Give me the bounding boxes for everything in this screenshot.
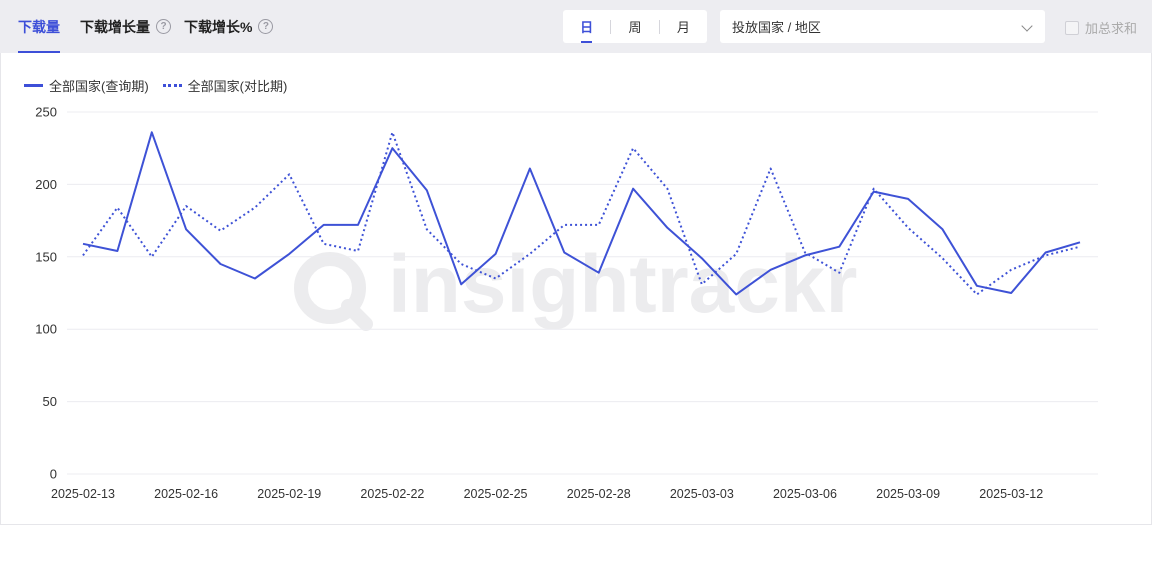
x-tick-label: 2025-02-22	[360, 487, 424, 501]
y-tick-label: 100	[35, 322, 57, 337]
x-tick-label: 2025-02-13	[51, 487, 115, 501]
y-tick-label: 50	[43, 394, 57, 409]
x-tick-label: 2025-02-16	[154, 487, 218, 501]
y-tick-label: 0	[50, 467, 57, 482]
line-chart: insightrackr 050100150200250 2025-02-13 2…	[35, 105, 1098, 501]
x-tick-label: 2025-03-06	[773, 487, 837, 501]
watermark-text: insightrackr	[388, 239, 857, 330]
magnifier-logo-icon	[294, 252, 373, 331]
x-tick-label: 2025-02-28	[567, 487, 631, 501]
x-tick-label: 2025-03-03	[670, 487, 734, 501]
x-tick-label: 2025-02-25	[464, 487, 528, 501]
x-tick-label: 2025-03-12	[979, 487, 1043, 501]
y-axis: 0 50 100 150 200 250	[35, 105, 57, 482]
x-axis: 2025-02-13 2025-02-16 2025-02-19 2025-02-22…	[51, 487, 1043, 501]
x-tick-label: 2025-02-19	[257, 487, 321, 501]
x-tick-label: 2025-03-09	[876, 487, 940, 501]
y-tick-label: 150	[35, 249, 57, 264]
watermark: insightrackr	[294, 239, 857, 331]
y-tick-label: 250	[35, 105, 57, 120]
y-tick-label: 200	[35, 177, 57, 192]
